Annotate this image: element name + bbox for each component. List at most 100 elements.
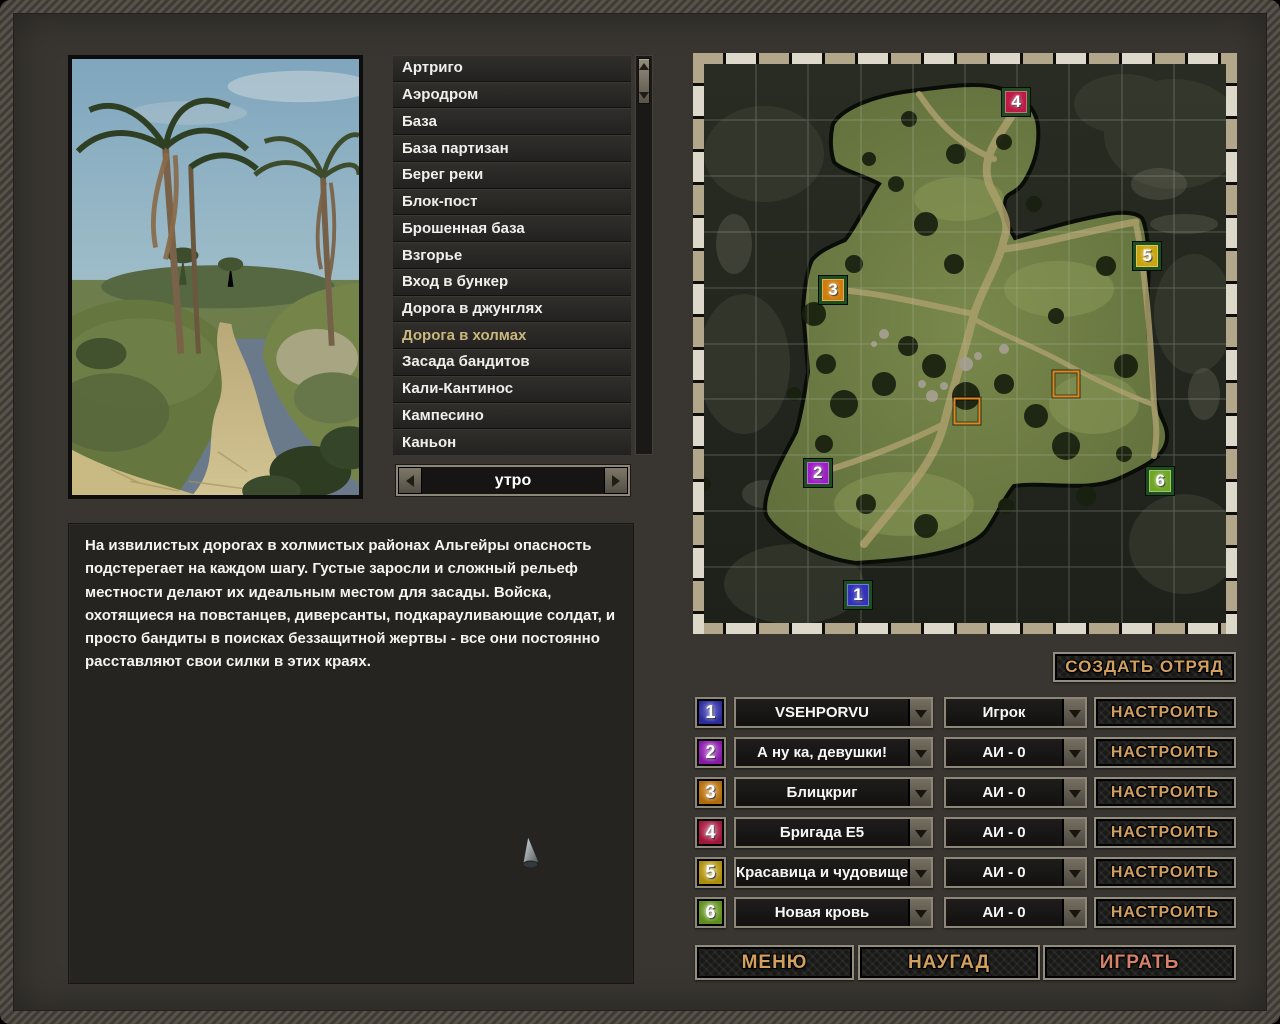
map-ruler-right: [1226, 53, 1237, 634]
player-6-name-dropdown[interactable]: Новая кровь: [734, 897, 933, 928]
create-squad-button[interactable]: СОЗДАТЬ ОТРЯД: [1053, 652, 1236, 682]
player-3-configure-button[interactable]: НАСТРОИТЬ: [1094, 777, 1236, 808]
player-4-type-value: АИ - 0: [946, 819, 1062, 846]
player-2-badge: 2: [699, 741, 722, 764]
time-of-day-spinner: утро: [396, 465, 630, 496]
player-2-name-dropdown[interactable]: А ну ка, девушки!: [734, 737, 933, 768]
mission-list-item[interactable]: Артриго: [393, 55, 631, 81]
random-button[interactable]: НАУГАД: [858, 945, 1040, 980]
chevron-down-icon[interactable]: [908, 859, 931, 886]
player-6-badge-frame: 6: [695, 897, 726, 928]
chevron-down-icon[interactable]: [1062, 779, 1085, 806]
chevron-down-icon[interactable]: [1062, 739, 1085, 766]
player-1-badge: 1: [699, 701, 722, 724]
time-next-button[interactable]: [604, 467, 628, 494]
player-5-name-dropdown[interactable]: Красавица и чудовище: [734, 857, 933, 888]
mission-list-item[interactable]: Берег реки: [393, 162, 631, 188]
time-of-day-value: утро: [422, 467, 604, 494]
player-5-type-value: АИ - 0: [946, 859, 1062, 886]
player-slot-row-3: 3 Блицкриг АИ - 0 НАСТРОИТЬ: [695, 777, 1236, 808]
player-2-type-value: АИ - 0: [946, 739, 1062, 766]
player-6-type-dropdown[interactable]: АИ - 0: [944, 897, 1087, 928]
player-5-badge: 5: [699, 861, 722, 884]
player-4-configure-button[interactable]: НАСТРОИТЬ: [1094, 817, 1236, 848]
player-3-type-value: АИ - 0: [946, 779, 1062, 806]
map-start-marker-4[interactable]: 4: [1002, 88, 1030, 116]
chevron-down-icon[interactable]: [1062, 819, 1085, 846]
player-1-configure-button[interactable]: НАСТРОИТЬ: [1094, 697, 1236, 728]
arrow-left-icon: [406, 475, 414, 487]
mission-list-item[interactable]: Аэродром: [393, 82, 631, 108]
mission-description: На извилистых дорогах в холмистых района…: [68, 523, 634, 984]
chevron-down-icon[interactable]: [1062, 859, 1085, 886]
chevron-down-icon[interactable]: [1062, 699, 1085, 726]
player-2-badge-frame: 2: [695, 737, 726, 768]
mission-list: Артриго Аэродром База База партизан Бере…: [393, 55, 631, 455]
player-5-badge-frame: 5: [695, 857, 726, 888]
map-start-marker-1[interactable]: 1: [844, 581, 872, 609]
mission-list-item[interactable]: Каньон: [393, 429, 631, 455]
mission-list-item[interactable]: Кали-Кантинос: [393, 376, 631, 402]
player-1-name-value: VSEHPORVU: [736, 699, 908, 726]
player-3-badge-frame: 3: [695, 777, 726, 808]
player-5-name-value: Красавица и чудовище: [736, 859, 908, 886]
player-slot-row-1: 1 VSEHPORVU Игрок НАСТРОИТЬ: [695, 697, 1236, 728]
player-1-badge-frame: 1: [695, 697, 726, 728]
chevron-down-icon[interactable]: [908, 899, 931, 926]
map-start-marker-2[interactable]: 2: [804, 459, 832, 487]
player-slot-row-5: 5 Красавица и чудовище АИ - 0 НАСТРОИТЬ: [695, 857, 1236, 888]
chevron-down-icon[interactable]: [908, 739, 931, 766]
chevron-down-icon[interactable]: [1062, 899, 1085, 926]
mission-list-item[interactable]: Дорога в джунглях: [393, 296, 631, 322]
player-4-type-dropdown[interactable]: АИ - 0: [944, 817, 1087, 848]
mouse-cursor: [518, 835, 542, 871]
map-start-marker-5[interactable]: 5: [1133, 242, 1161, 270]
chevron-down-icon[interactable]: [908, 819, 931, 846]
mission-list-scrollbar[interactable]: [635, 55, 653, 455]
scroll-up-icon[interactable]: [639, 63, 649, 70]
player-2-configure-button[interactable]: НАСТРОИТЬ: [1094, 737, 1236, 768]
player-5-type-dropdown[interactable]: АИ - 0: [944, 857, 1087, 888]
mission-list-item[interactable]: Вход в бункер: [393, 269, 631, 295]
player-5-configure-button[interactable]: НАСТРОИТЬ: [1094, 857, 1236, 888]
map-terrain: 1 2 3 4 5 6: [704, 64, 1226, 623]
play-button[interactable]: ИГРАТЬ: [1043, 945, 1236, 980]
player-slot-row-2: 2 А ну ка, девушки! АИ - 0 НАСТРОИТЬ: [695, 737, 1236, 768]
map-start-marker-3[interactable]: 3: [819, 276, 847, 304]
capture-zone-marker: [1052, 370, 1079, 397]
player-6-type-value: АИ - 0: [946, 899, 1062, 926]
mission-list-item[interactable]: База: [393, 108, 631, 134]
player-6-name-value: Новая кровь: [736, 899, 908, 926]
map-terrain-graphic: [704, 64, 1226, 623]
mission-list-item[interactable]: Брошенная база: [393, 215, 631, 241]
mission-list-item-selected[interactable]: Дорога в холмах: [393, 322, 631, 348]
mission-list-item[interactable]: Засада бандитов: [393, 349, 631, 375]
player-3-type-dropdown[interactable]: АИ - 0: [944, 777, 1087, 808]
map-preview-image: [68, 55, 363, 499]
chevron-down-icon[interactable]: [908, 699, 931, 726]
player-1-type-dropdown[interactable]: Игрок: [944, 697, 1087, 728]
map-ruler-top: [693, 53, 1237, 64]
mission-list-item[interactable]: База партизан: [393, 135, 631, 161]
menu-button[interactable]: МЕНЮ: [695, 945, 854, 980]
player-4-name-dropdown[interactable]: Бригада Е5: [734, 817, 933, 848]
mission-list-item[interactable]: Блок-пост: [393, 189, 631, 215]
player-1-name-dropdown[interactable]: VSEHPORVU: [734, 697, 933, 728]
player-4-badge: 4: [699, 821, 722, 844]
player-4-badge-frame: 4: [695, 817, 726, 848]
jungle-scene-graphic: [72, 59, 359, 495]
mission-list-item[interactable]: Взгорье: [393, 242, 631, 268]
scroll-down-icon[interactable]: [639, 92, 649, 99]
time-prev-button[interactable]: [398, 467, 422, 494]
player-2-type-dropdown[interactable]: АИ - 0: [944, 737, 1087, 768]
player-6-configure-button[interactable]: НАСТРОИТЬ: [1094, 897, 1236, 928]
lobby-screen: Артриго Аэродром База База партизан Бере…: [13, 13, 1267, 1011]
player-3-name-dropdown[interactable]: Блицкриг: [734, 777, 933, 808]
map-start-marker-6[interactable]: 6: [1146, 467, 1174, 495]
game-window-bezel: Артриго Аэродром База База партизан Бере…: [0, 0, 1280, 1024]
chevron-down-icon[interactable]: [908, 779, 931, 806]
player-6-badge: 6: [699, 901, 722, 924]
scrollbar-thumb[interactable]: [638, 58, 650, 104]
arrow-right-icon: [612, 475, 620, 487]
mission-list-item[interactable]: Кампесино: [393, 403, 631, 429]
